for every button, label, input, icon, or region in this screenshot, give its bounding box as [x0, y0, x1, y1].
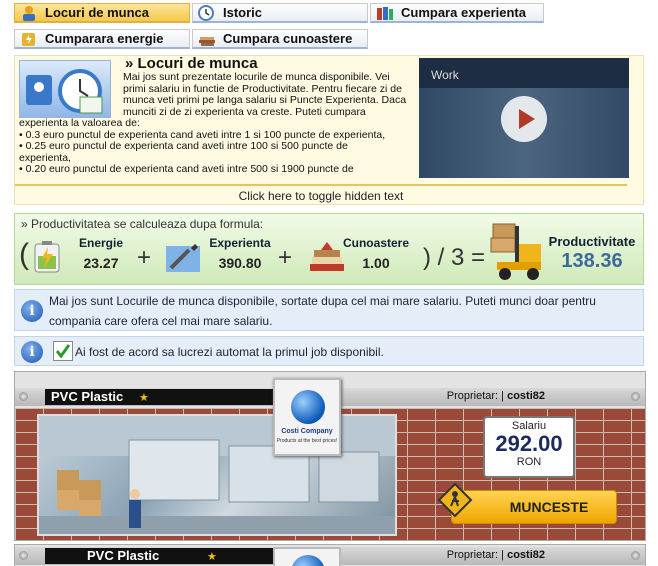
productivity-label: Productivitate — [548, 234, 636, 249]
experience-label: Experienta — [209, 236, 271, 250]
clock-icon — [197, 4, 217, 21]
owner-label: Proprietar: | — [446, 549, 505, 561]
bolt-icon — [19, 551, 28, 560]
worker-icon — [19, 5, 39, 21]
company-name: Costi Company — [281, 428, 333, 435]
work-button[interactable]: MUNCESTE — [451, 490, 617, 524]
job-card: PVC Plastic ★ Proprietar: | costi82 — [14, 544, 646, 566]
intro-text: » Locuri de munca Mai jos sunt prezentat… — [19, 56, 411, 176]
star-icon: ★ — [139, 392, 149, 404]
tab-locuri-de-munca[interactable]: Locuri de munca — [14, 3, 190, 23]
bolt-icon — [631, 551, 640, 560]
job-name: PVC Plastic — [45, 389, 281, 405]
tab-row-2: Cumparara energie Cumpara cunoastere — [14, 29, 370, 51]
salary-value: 292.00 — [495, 431, 563, 456]
tab-cumparara-energie[interactable]: Cumparara energie — [14, 29, 190, 49]
job-name-text: PVC Plastic — [87, 548, 160, 563]
job-name: PVC Plastic — [45, 548, 275, 564]
video-title: Work — [431, 68, 459, 82]
job-name-text: PVC Plastic — [51, 389, 124, 404]
open-paren: ( — [19, 238, 29, 271]
auto-work-label: Ai fost de acord sa lucrezi automat la p… — [75, 345, 384, 359]
auto-work-checkbox[interactable] — [53, 341, 73, 361]
divide-by-three: ) / 3 = — [423, 244, 486, 271]
info-box-auto-work: i Ai fost de acord sa lucrezi automat la… — [14, 336, 644, 366]
owner-name[interactable]: costi82 — [507, 390, 545, 402]
info-icon: i — [21, 341, 43, 363]
productivity-panel: » Productivitatea se calculeaza dupa for… — [14, 213, 644, 285]
owner-name[interactable]: costi82 — [507, 549, 545, 561]
knowledge-label: Cunoastere — [342, 236, 410, 250]
info-text: Mai jos sunt Locurile de munca disponibi… — [49, 291, 596, 331]
tools-icon — [165, 240, 201, 277]
productivity-caption: » Productivitatea se calculeaza dupa for… — [21, 217, 264, 231]
toggle-hidden-text-link[interactable]: Click here to toggle hidden text — [15, 184, 627, 203]
energy-value: 23.27 — [83, 255, 119, 271]
bolt-icon — [631, 392, 640, 401]
company-slogan: Products at the best prices! — [276, 438, 338, 444]
intro-line: munca veti primi pe langa salariu si Pun… — [123, 94, 407, 106]
video-player[interactable]: Work — [419, 58, 629, 178]
tab-label: Cumpara cunoastere — [223, 31, 353, 46]
intro-line: • 0.25 euro punctul de experienta cand a… — [19, 140, 348, 152]
knowledge-value: 1.00 — [362, 255, 390, 271]
forklift-icon — [489, 222, 545, 285]
info-line: compania care ofera cel mai mare salariu… — [49, 314, 273, 328]
globe-icon — [291, 390, 325, 424]
intro-line: munciti zi de zi experienta va creste. P… — [123, 105, 366, 118]
owner-label: Proprietar: | — [446, 390, 505, 402]
tab-label: Istoric — [223, 5, 263, 20]
salary-box: Salariu 292.00 RON — [483, 416, 575, 478]
tab-istoric[interactable]: Istoric — [192, 3, 368, 23]
factory-photo — [37, 414, 397, 536]
worker-sign-icon — [437, 482, 473, 518]
tab-cumpara-experienta[interactable]: Cumpara experienta — [370, 3, 544, 23]
info-box-sorted-jobs: i Mai jos sunt Locurile de munca disponi… — [14, 289, 644, 331]
play-icon[interactable] — [501, 96, 547, 142]
bolt-icon — [19, 392, 28, 401]
globe-icon — [291, 555, 325, 566]
company-logo[interactable] — [273, 547, 341, 566]
salary-currency: RON — [516, 456, 542, 468]
intro-line: Mai jos sunt prezentate locurile de munc… — [123, 71, 390, 83]
plus-sign: + — [137, 244, 152, 271]
battery-icon — [19, 31, 39, 47]
energy-label: Energie — [78, 236, 123, 250]
experience-value: 390.80 — [218, 255, 262, 271]
tab-row-1: Locuri de munca Istoric Cumpara experien… — [14, 3, 546, 25]
intro-panel: » Locuri de munca Mai jos sunt prezentat… — [14, 55, 644, 205]
job-card: PVC Plastic ★ Proprietar: | costi82 Cost… — [14, 371, 646, 541]
intro-title: » Locuri de munca — [125, 55, 258, 72]
tab-label: Cumpara experienta — [401, 5, 526, 20]
plus-sign: + — [278, 244, 293, 271]
tab-cumpara-cunoastere[interactable]: Cumpara cunoastere — [192, 29, 368, 49]
star-icon: ★ — [207, 551, 217, 563]
job-owner: Proprietar: | costi82 — [447, 390, 545, 402]
battery-icon — [29, 240, 65, 277]
info-line: Mai jos sunt Locurile de munca disponibi… — [49, 294, 596, 308]
intro-line: • 0.20 euro punctul de experienta cand a… — [19, 163, 354, 175]
productivity-value: 138.36 — [561, 250, 623, 272]
info-icon: i — [21, 300, 43, 322]
books-icon — [375, 5, 395, 21]
company-logo[interactable]: Costi Company Products at the best price… — [273, 378, 341, 456]
books-icon — [197, 31, 217, 47]
tab-label: Locuri de munca — [45, 5, 150, 20]
tab-label: Cumparara energie — [45, 31, 164, 46]
intro-line: experienta la valoarea de: — [19, 117, 140, 129]
job-owner: Proprietar: | costi82 — [447, 549, 545, 561]
